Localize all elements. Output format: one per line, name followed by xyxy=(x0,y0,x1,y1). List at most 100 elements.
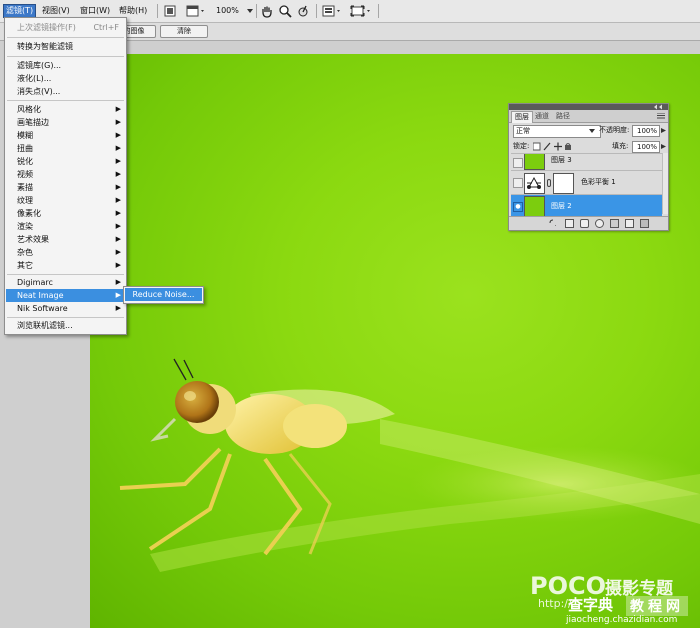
tab-paths[interactable]: 路径 xyxy=(553,111,573,122)
fx-icon[interactable] xyxy=(565,219,574,228)
tab-channels[interactable]: 通道 xyxy=(532,111,552,122)
fill-field[interactable]: 100% xyxy=(632,141,660,153)
rotate-view-icon[interactable] xyxy=(296,4,310,18)
submenu-arrow-icon: ▶ xyxy=(115,222,121,230)
layer-thumbnail xyxy=(524,154,545,170)
link-layers-icon[interactable] xyxy=(549,219,556,226)
tab-layers[interactable]: 图层 xyxy=(511,111,533,123)
menu-item-browse-online-filters[interactable]: 浏览联机滤镜... xyxy=(6,319,125,332)
layer-name: 图层 3 xyxy=(551,156,572,164)
submenu-arrow-icon: ▶ xyxy=(115,209,121,217)
menu-help[interactable]: 帮助(H) xyxy=(117,5,149,17)
arrange-documents-icon[interactable] xyxy=(322,4,340,18)
layer-mask-thumbnail[interactable] xyxy=(553,173,574,194)
new-group-icon[interactable] xyxy=(610,219,619,228)
layer-row-selected[interactable]: ● 图层 2 xyxy=(511,194,662,217)
menu-item-stylize[interactable]: 风格化 ▶ xyxy=(6,103,125,116)
menu-divider xyxy=(7,317,124,318)
panel-menu-icon[interactable] xyxy=(657,113,665,119)
adjustment-layer-icon[interactable] xyxy=(595,219,604,228)
clear-button[interactable]: 清除 xyxy=(160,25,208,38)
menu-item-nik-software[interactable]: Nik Software ▶ xyxy=(6,302,125,315)
visibility-toggle[interactable] xyxy=(513,178,523,188)
menu-item-render[interactable]: 渲染 ▶ xyxy=(6,220,125,233)
menu-divider xyxy=(7,56,124,57)
submenu-arrow-icon: ▶ xyxy=(115,144,121,152)
menu-item-other[interactable]: 其它 ▶ xyxy=(6,259,125,272)
neat-image-submenu: Reduce Noise... xyxy=(123,286,204,304)
menu-item-convert-smart-filter[interactable]: 转换为智能滤镜 xyxy=(6,40,125,53)
submenu-arrow-icon: ▶ xyxy=(115,118,121,126)
visibility-toggle[interactable] xyxy=(513,158,523,168)
panel-footer xyxy=(509,216,668,230)
menu-item-sketch[interactable]: 素描 ▶ xyxy=(6,181,125,194)
menu-item-sharpen[interactable]: 锐化 ▶ xyxy=(6,155,125,168)
menu-item-texture[interactable]: 纹理 ▶ xyxy=(6,194,125,207)
submenu-arrow-icon: ▶ xyxy=(115,157,121,165)
submenu-arrow-icon: ▶ xyxy=(115,278,121,286)
opacity-arrow-icon[interactable] xyxy=(661,128,666,133)
fill-label: 填充: xyxy=(612,142,629,150)
hand-tool-icon[interactable] xyxy=(260,4,274,18)
menu-item-liquify[interactable]: 液化(L)... xyxy=(6,72,125,85)
submenu-arrow-icon: ▶ xyxy=(115,170,121,178)
menu-window[interactable]: 窗口(W) xyxy=(78,5,112,17)
new-layer-icon[interactable] xyxy=(625,219,634,228)
layers-scrollbar[interactable] xyxy=(662,153,668,214)
submenu-arrow-icon: ▶ xyxy=(115,248,121,256)
submenu-arrow-icon: ▶ xyxy=(115,131,121,139)
layer-row[interactable]: 色彩平衡 1 xyxy=(511,170,662,195)
blend-dropdown-icon[interactable] xyxy=(589,129,595,134)
submenu-arrow-icon: ▶ xyxy=(115,196,121,204)
menu-item-last-filter[interactable]: 上次滤镜操作(F) Ctrl+F xyxy=(6,21,125,34)
opacity-field[interactable]: 100% xyxy=(632,125,660,137)
submenu-arrow-icon: ▶ xyxy=(115,291,121,299)
layer-name: 色彩平衡 1 xyxy=(581,178,616,186)
menu-divider xyxy=(7,37,124,38)
toolbar-separator xyxy=(256,4,257,18)
panel-tabs: 图层 通道 路径 xyxy=(509,110,668,123)
menu-view[interactable]: 视图(V) xyxy=(40,5,72,17)
watermark-site-cn: 查字典 xyxy=(568,596,614,614)
adjustment-icon xyxy=(524,173,545,194)
zoom-dropdown-icon[interactable] xyxy=(247,8,253,14)
menu-item-distort[interactable]: 扭曲 ▶ xyxy=(6,142,125,155)
screen-mode-icon[interactable] xyxy=(350,4,370,18)
layer-name: 图层 2 xyxy=(551,202,572,210)
submenu-arrow-icon: ▶ xyxy=(115,304,121,312)
menu-item-digimarc[interactable]: Digimarc ▶ xyxy=(6,276,125,289)
watermark-site-url: jiaocheng.chazidian.com xyxy=(566,615,678,625)
menu-item-noise[interactable]: 杂色 ▶ xyxy=(6,246,125,259)
add-mask-icon[interactable] xyxy=(580,219,589,228)
menu-item-artistic[interactable]: 艺术效果 ▶ xyxy=(6,233,125,246)
zoom-level[interactable]: 100% xyxy=(216,5,246,17)
filter-menu: 上次滤镜操作(F) Ctrl+F 转换为智能滤镜 滤镜库(G)... 液化(L).… xyxy=(4,17,127,335)
screen-layout-icon[interactable] xyxy=(186,4,204,18)
toolbar-separator xyxy=(316,4,317,18)
menu-filter[interactable]: 滤镜(T) xyxy=(2,4,37,18)
menu-divider xyxy=(7,274,124,275)
chain-link-icon[interactable] xyxy=(547,179,551,187)
layer-row[interactable]: 图层 3 xyxy=(511,153,662,170)
menu-item-video[interactable]: 视频 ▶ xyxy=(6,168,125,181)
trash-icon[interactable] xyxy=(640,219,649,228)
menu-item-pixelate[interactable]: 像素化 ▶ xyxy=(6,207,125,220)
fill-arrow-icon[interactable] xyxy=(661,144,666,149)
menu-item-vanishing-point[interactable]: 消失点(V)... xyxy=(6,85,125,98)
menu-item-brush-strokes[interactable]: 画笔描边 ▶ xyxy=(6,116,125,129)
submenu-arrow-icon: ▶ xyxy=(115,183,121,191)
menu-item-blur[interactable]: 模糊 ▶ xyxy=(6,129,125,142)
blend-mode-select[interactable]: 正常 xyxy=(513,125,601,138)
toolbar-separator xyxy=(378,4,379,18)
menu-item-neat-image[interactable]: Neat Image ▶ xyxy=(6,289,125,302)
menu-item-filter-gallery[interactable]: 滤镜库(G)... xyxy=(6,59,125,72)
lock-options-icon[interactable] xyxy=(533,142,573,151)
toolbar-separator xyxy=(157,4,158,18)
zoom-tool-icon[interactable] xyxy=(278,4,292,18)
watermark-url: http:// xyxy=(538,597,572,610)
bridge-icon[interactable] xyxy=(163,4,177,18)
submenu-arrow-icon: ▶ xyxy=(115,261,121,269)
submenu-arrow-icon: ▶ xyxy=(115,105,121,113)
menu-item-reduce-noise[interactable]: Reduce Noise... xyxy=(125,288,202,301)
eye-icon[interactable]: ● xyxy=(513,202,523,212)
